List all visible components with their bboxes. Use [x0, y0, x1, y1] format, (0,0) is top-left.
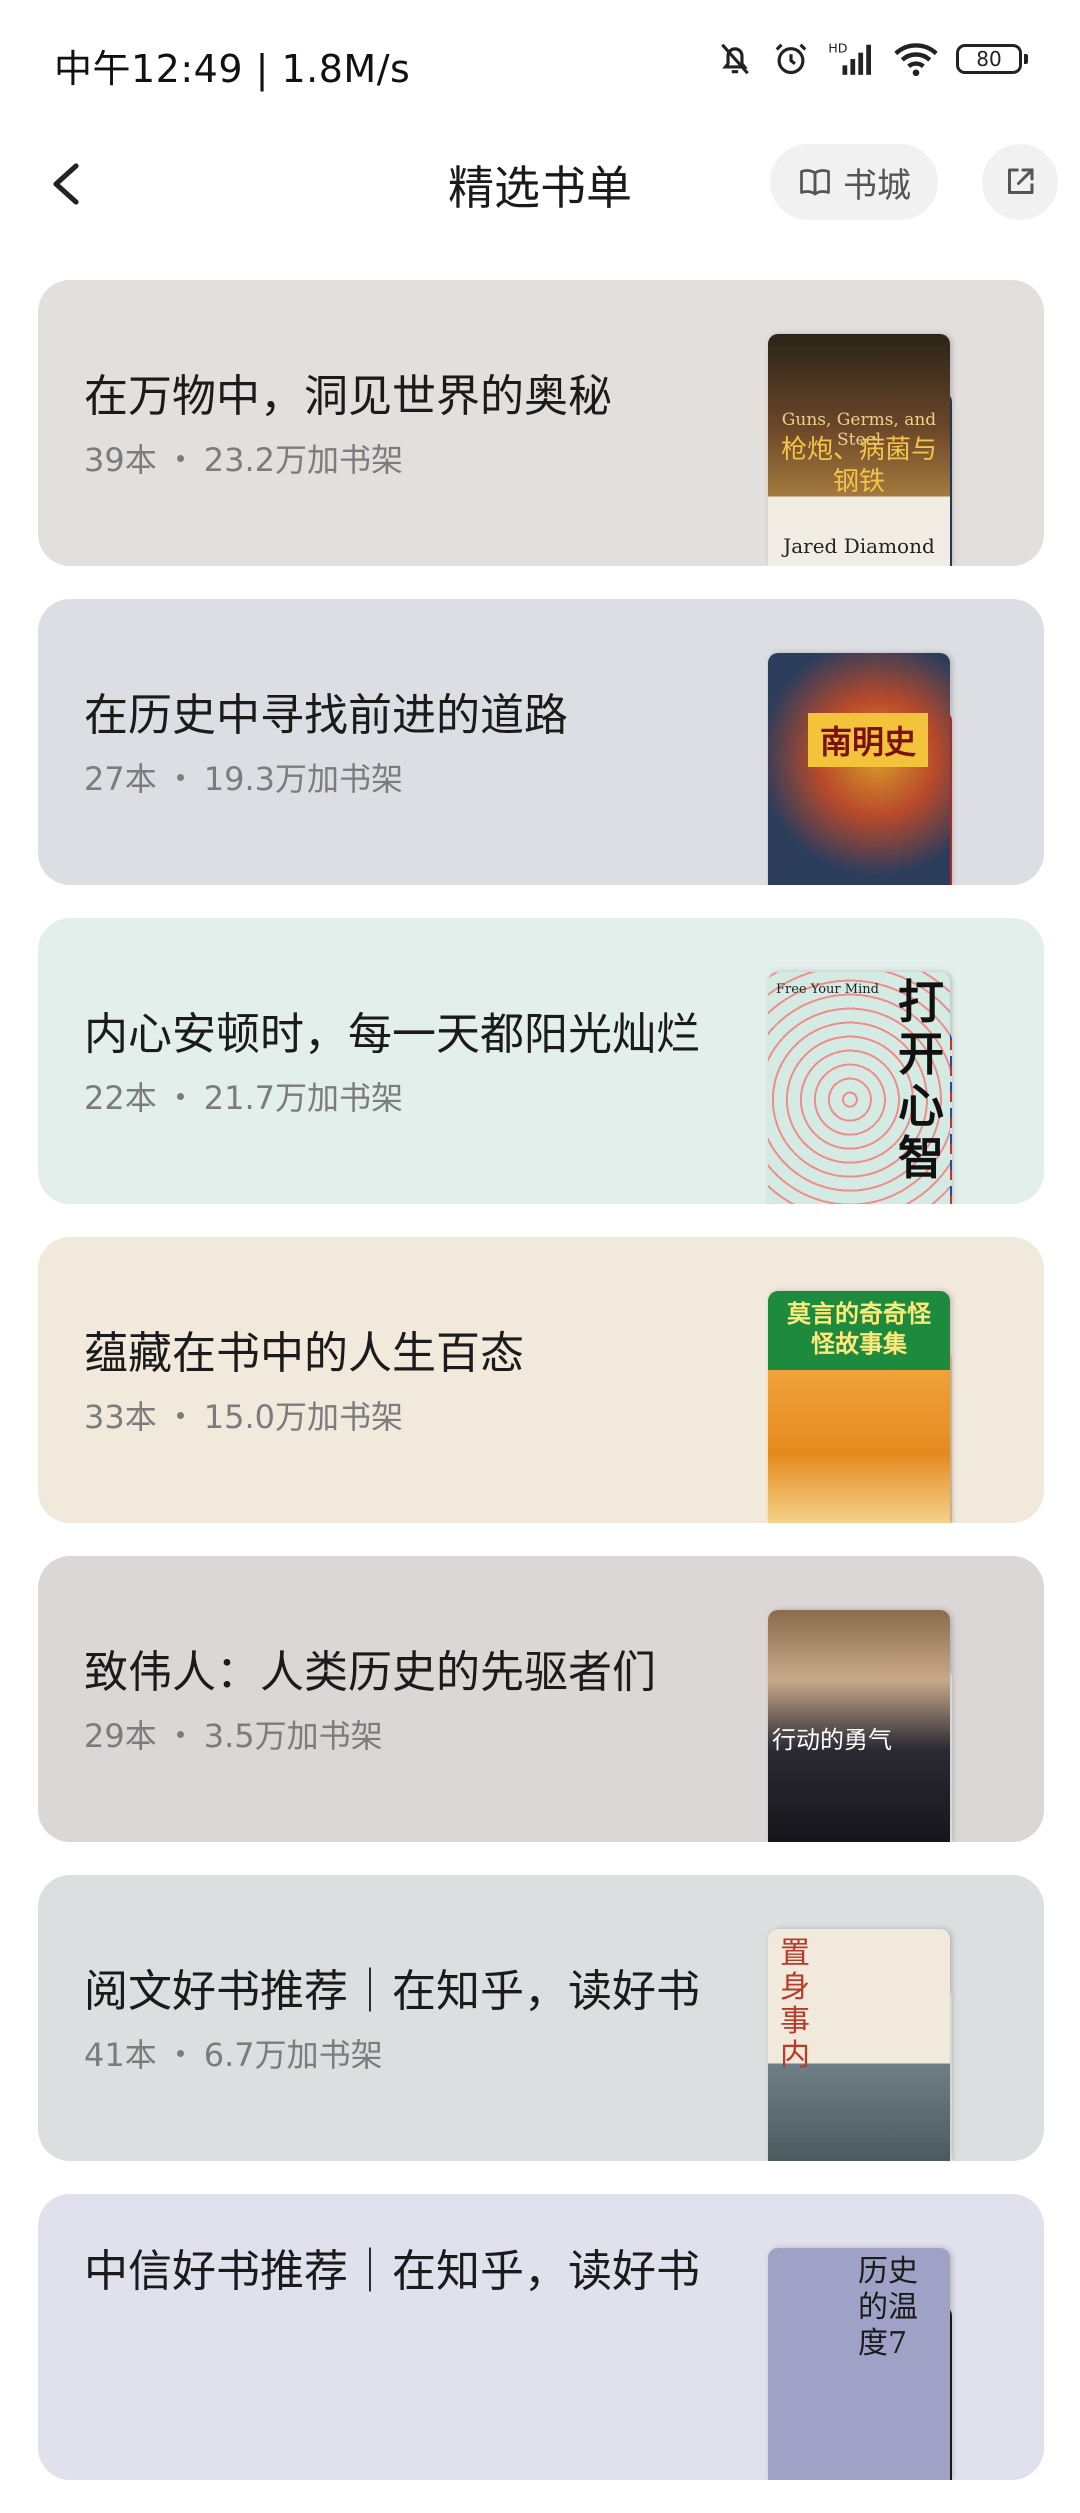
booklist-title: 在万物中，洞见世界的奥秘 [84, 371, 612, 422]
bookstore-button[interactable]: 书城 [770, 144, 938, 220]
book-cover-front: Guns, Germs, and Steel 枪炮、病菌与钢铁 Jared Di… [768, 334, 950, 566]
booklist-title: 阅文好书推荐｜在知乎，读好书 [84, 1966, 700, 2017]
cover-cn-title: 南明史 [808, 713, 928, 767]
book-icon [800, 169, 830, 196]
book-cover-front: 南明史 [768, 653, 950, 885]
booklist-meta: 33本 15.0万加书架 [84, 1392, 734, 1438]
separator-dot [176, 1092, 184, 1100]
book-count: 41本 [84, 2036, 157, 2074]
mute-bell-icon [716, 40, 754, 78]
shelf-adds: 15.0万加书架 [203, 1398, 403, 1436]
cover-cn-title: 行动的勇气 [772, 1726, 892, 1754]
book-count: 29本 [84, 1717, 157, 1755]
booklist-card[interactable]: 在历史中寻找前进的道路 27本 19.3万加书架 南明史 [38, 599, 1044, 885]
booklist-title: 致伟人：人类历史的先驱者们 [84, 1647, 656, 1698]
book-cover-stack: 置身事内 [768, 1929, 1008, 2161]
booklist-meta: 29本 3.5万加书架 [84, 1711, 734, 1757]
booklist-title: 内心安顿时，每一天都阳光灿烂 [84, 1009, 700, 1060]
booklist-card[interactable]: 在万物中，洞见世界的奥秘 39本 23.2万加书架 Guns, Germs, a… [38, 280, 1044, 566]
separator-dot [176, 1411, 184, 1419]
book-cover-stack: Guns, Germs, and Steel 枪炮、病菌与钢铁 Jared Di… [768, 334, 1008, 566]
booklist-list: 在万物中，洞见世界的奥秘 39本 23.2万加书架 Guns, Germs, a… [38, 280, 1044, 2513]
alarm-icon [772, 40, 810, 78]
shelf-adds: 6.7万加书架 [203, 2036, 383, 2074]
booklist-title: 蕴藏在书中的人生百态 [84, 1328, 524, 1379]
book-count: 22本 [84, 1079, 157, 1117]
book-cover-stack: 莫言的奇奇怪怪故事集 [768, 1291, 1008, 1523]
book-cover-stack: 南明史 [768, 653, 1008, 885]
shelf-adds: 21.7万加书架 [203, 1079, 403, 1117]
book-cover-stack: 历史的温度7 [768, 2248, 1008, 2480]
separator-dot [176, 1730, 184, 1738]
book-cover-front: 历史的温度7 [768, 2248, 950, 2480]
booklist-card[interactable]: 致伟人：人类历史的先驱者们 29本 3.5万加书架 行动的勇气 [38, 1556, 1044, 1842]
shelf-adds: 19.3万加书架 [203, 760, 403, 798]
cover-cn-title: 置身事内 [780, 1936, 810, 2073]
battery-indicator: 80 [956, 44, 1028, 74]
share-icon [1008, 168, 1034, 194]
status-bar: 中午12:49 | 1.8M/s HD 80 [0, 0, 1080, 128]
book-count: 33本 [84, 1398, 157, 1436]
book-cover-stack: Free Your Mind 打开心智 [768, 972, 1008, 1204]
cover-cn-title: 打开心智 [898, 975, 944, 1185]
separator-dot [176, 773, 184, 781]
book-cover-front: 莫言的奇奇怪怪故事集 [768, 1291, 950, 1523]
booklist-title: 在历史中寻找前进的道路 [84, 690, 568, 741]
booklist-meta: 41本 6.7万加书架 [84, 2030, 734, 2076]
book-count: 27本 [84, 760, 157, 798]
cover-author: Jared Diamond [783, 534, 935, 558]
booklist-meta: 39本 23.2万加书架 [84, 435, 734, 481]
booklist-card[interactable]: 中信好书推荐｜在知乎，读好书 历史的温度7 [38, 2194, 1044, 2480]
booklist-card[interactable]: 内心安顿时，每一天都阳光灿烂 22本 21.7万加书架 Free Your Mi… [38, 918, 1044, 1204]
separator-dot [176, 2049, 184, 2057]
svg-text:HD: HD [828, 41, 847, 56]
signal-hd-icon: HD [828, 40, 876, 78]
header: 精选书单 书城 [0, 128, 1080, 238]
bookstore-label: 书城 [843, 165, 911, 206]
booklist-meta: 27本 19.3万加书架 [84, 754, 734, 800]
book-cover-front: 行动的勇气 [768, 1610, 950, 1842]
booklist-title: 中信好书推荐｜在知乎，读好书 [84, 2246, 700, 2297]
booklist-meta: 22本 21.7万加书架 [84, 1073, 734, 1119]
book-count: 39本 [84, 441, 157, 479]
status-time-speed: 中午12:49 | 1.8M/s [54, 47, 411, 91]
booklist-card[interactable]: 蕴藏在书中的人生百态 33本 15.0万加书架 莫言的奇奇怪怪故事集 [38, 1237, 1044, 1523]
book-cover-front: Free Your Mind 打开心智 [768, 972, 950, 1204]
cover-cn-title: 莫言的奇奇怪怪故事集 [787, 1299, 931, 1358]
booklist-card[interactable]: 阅文好书推荐｜在知乎，读好书 41本 6.7万加书架 置身事内 [38, 1875, 1044, 2161]
status-icons: HD 80 [716, 40, 1028, 78]
cover-cn-title: 枪炮、病菌与钢铁 [780, 435, 937, 497]
shelf-adds: 3.5万加书架 [203, 1717, 383, 1755]
book-cover-front: 置身事内 [768, 1929, 950, 2161]
cover-en-title: Free Your Mind [776, 982, 879, 997]
cover-cn-title: 历史的温度7 [858, 2254, 918, 2361]
shelf-adds: 23.2万加书架 [203, 441, 403, 479]
share-button[interactable] [982, 144, 1058, 220]
book-cover-stack: 行动的勇气 [768, 1610, 1008, 1842]
wifi-icon [894, 40, 938, 78]
separator-dot [176, 454, 184, 462]
